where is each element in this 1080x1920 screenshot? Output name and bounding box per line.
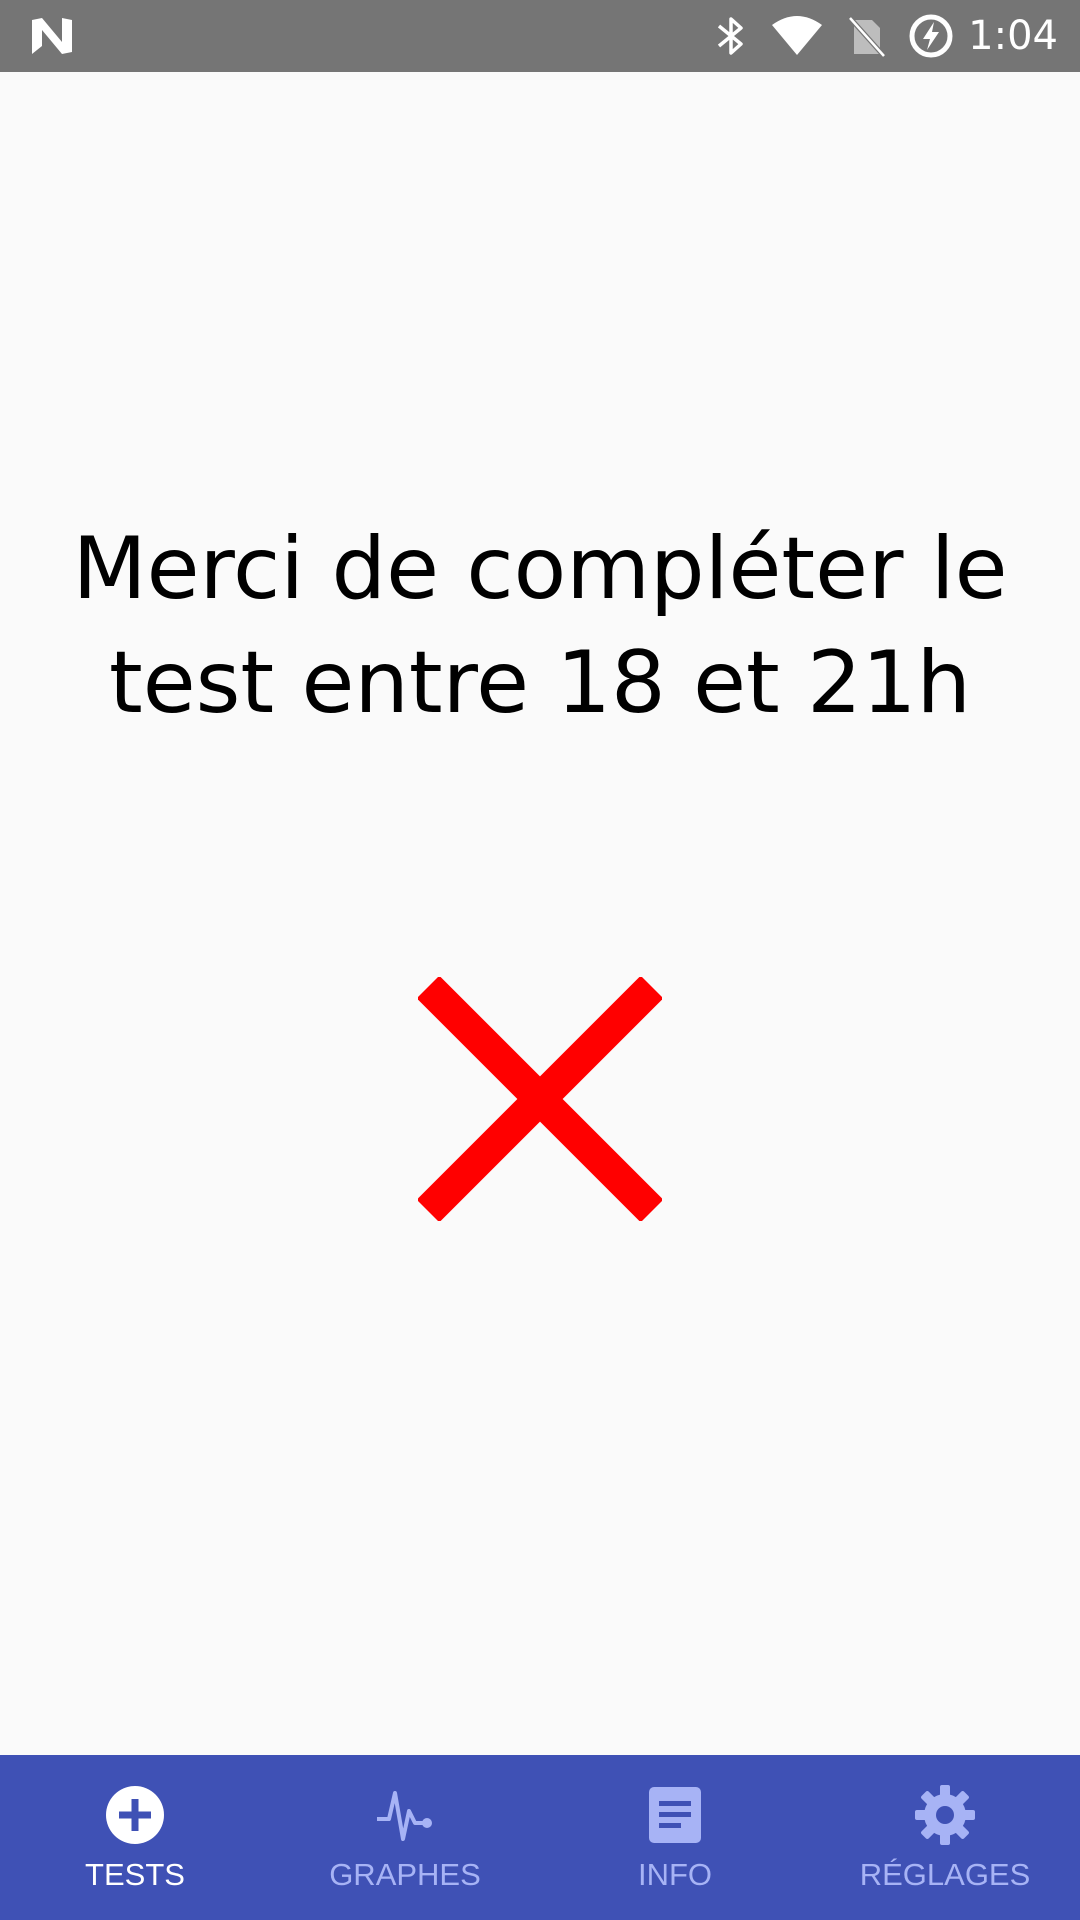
status-bar: 1:04 [0,0,1080,72]
nav-item-info[interactable]: INFO [540,1755,810,1920]
document-icon [649,1787,701,1843]
wifi-icon [772,16,823,55]
battery-charging-icon [909,14,953,58]
nav-label-tests: TESTS [85,1857,185,1892]
gear-icon [915,1785,975,1845]
add-circle-icon [106,1786,164,1844]
nav-item-tests[interactable]: TESTS [0,1755,270,1920]
message-line-1: Merci de compléter le [72,519,1008,619]
bottom-navigation: TESTS GRAPHES INFO RÉGLAGES [0,1755,1080,1920]
nav-label-reglages: RÉGLAGES [859,1857,1031,1892]
status-time: 1:04 [968,13,1058,59]
nav-label-info: INFO [637,1857,713,1892]
screen: 1:04 Merci de compléter le test entre 18… [0,0,1080,1920]
nav-item-reglages[interactable]: RÉGLAGES [810,1755,1080,1920]
bluetooth-icon [718,17,743,55]
cross-icon [418,977,662,1221]
nav-item-graphes[interactable]: GRAPHES [270,1755,540,1920]
no-sim-icon [848,16,887,58]
pulse-icon [377,1791,432,1841]
test-window-message: Merci de compléter le test entre 18 et 2… [60,512,1020,740]
message-line-2: test entre 18 et 21h [108,633,971,733]
nav-label-graphes: GRAPHES [329,1857,481,1892]
n-logo-icon [32,18,72,54]
status-icons: 1:04 [714,0,1058,72]
